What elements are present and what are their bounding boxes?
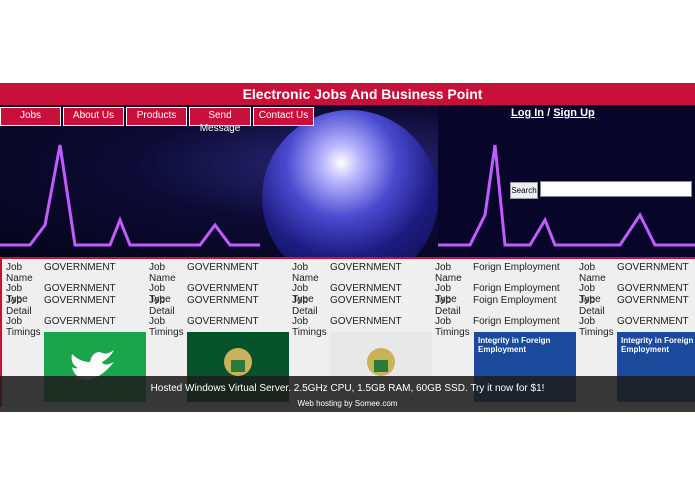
job-field-label: Job Name — [435, 262, 462, 284]
main-nav: Jobs About Us Products Send Message Cont… — [0, 107, 316, 134]
job-row: Job Detail GOVERNMENT — [292, 295, 432, 317]
job-field-label: Job Timings — [292, 316, 327, 338]
job-row: Job Detail GOVERNMENT — [149, 295, 289, 317]
search-button[interactable]: Search — [510, 182, 538, 199]
job-field-label: Job Type — [579, 283, 601, 305]
job-field-label: Job Timings — [579, 316, 614, 338]
job-field-label: Job Timings — [6, 316, 41, 338]
job-field-label: Job Detail — [6, 295, 32, 317]
job-field-value: GOVERNMENT — [187, 295, 259, 306]
job-row: Job Type GOVERNMENT — [292, 283, 432, 305]
job-field-value: GOVERNMENT — [617, 295, 689, 306]
job-field-value: GOVERNMENT — [187, 262, 259, 273]
auth-links: Log In / Sign Up — [511, 107, 595, 119]
job-field-label: Job Type — [292, 283, 314, 305]
job-field-value: GOVERNMENT — [44, 295, 116, 306]
job-field-value: GOVERNMENT — [187, 283, 259, 294]
job-field-label: Job Detail — [149, 295, 175, 317]
job-field-label: Job Name — [579, 262, 606, 284]
job-field-value: GOVERNMENT — [44, 283, 116, 294]
job-row: Job Name GOVERNMENT — [292, 262, 432, 284]
job-row: Job Detail GOVERNMENT — [6, 295, 146, 317]
job-row: Job Name GOVERNMENT — [6, 262, 146, 284]
job-card: Job Name Forign Employment Job Type Forign … — [435, 262, 575, 338]
nav-about-us[interactable]: About Us — [63, 107, 124, 126]
site-header: Electronic Jobs And Business Point — [0, 83, 695, 105]
job-field-value: GOVERNMENT — [617, 283, 689, 294]
job-row: Job Type GOVERNMENT — [6, 283, 146, 305]
job-row: Job Detail Foign Employment — [435, 295, 575, 317]
job-field-label: Job Timings — [149, 316, 184, 338]
hosting-ad-banner[interactable]: Hosted Windows Virtual Server. 2.5GHz CP… — [0, 376, 695, 412]
job-row: Job Name GOVERNMENT — [149, 262, 289, 284]
ad-line: Hosted Windows Virtual Server. 2.5GHz CP… — [150, 383, 545, 394]
job-field-value: GOVERNMENT — [330, 295, 402, 306]
job-field-value: Foign Employment — [473, 295, 557, 306]
nav-jobs[interactable]: Jobs — [0, 107, 61, 126]
job-field-label: Job Name — [6, 262, 33, 284]
job-image-caption: Integrity in Foreign Employment — [621, 336, 694, 354]
signup-link[interactable]: Sign Up — [553, 107, 595, 119]
job-row: Job Name GOVERNMENT — [579, 262, 695, 284]
job-field-label: Job Detail — [435, 295, 461, 317]
job-field-value: GOVERNMENT — [330, 283, 402, 294]
job-row: Job Type GOVERNMENT — [579, 283, 695, 305]
ad-subline[interactable]: Web hosting by Somee.com — [0, 399, 695, 408]
job-field-label: Job Type — [149, 283, 171, 305]
job-field-value: Forign Employment — [473, 262, 560, 273]
job-row: Job Type GOVERNMENT — [149, 283, 289, 305]
job-card: Job Name GOVERNMENT Job Type GOVERNMENT Job … — [292, 262, 432, 338]
nav-send-message[interactable]: Send Message — [189, 107, 251, 134]
search-input[interactable] — [540, 181, 692, 197]
job-field-label: Job Name — [292, 262, 319, 284]
nav-products[interactable]: Products — [126, 107, 187, 126]
job-row: Job Type Forign Employment — [435, 283, 575, 305]
job-field-label: Job Detail — [579, 295, 605, 317]
job-card: Job Name GOVERNMENT Job Type GOVERNMENT Job … — [149, 262, 289, 338]
job-field-label: Job Type — [6, 283, 28, 305]
job-field-value: Forign Employment — [473, 283, 560, 294]
auth-separator: / — [547, 107, 551, 119]
job-image-caption: Integrity in Foreign Employment — [478, 336, 551, 354]
job-field-label: Job Timings — [435, 316, 470, 338]
job-field-value: GOVERNMENT — [330, 262, 402, 273]
job-field-label: Job Type — [435, 283, 457, 305]
site-title: Electronic Jobs And Business Point — [242, 86, 483, 102]
job-field-value: GOVERNMENT — [44, 262, 116, 273]
job-card: Job Name GOVERNMENT Job Type GOVERNMENT Job … — [6, 262, 146, 338]
job-row: Job Name Forign Employment — [435, 262, 575, 284]
job-field-value: GOVERNMENT — [617, 262, 689, 273]
job-row: Job Detail GOVERNMENT — [579, 295, 695, 317]
job-field-label: Job Detail — [292, 295, 318, 317]
job-card: Job Name GOVERNMENT Job Type GOVERNMENT Job … — [579, 262, 695, 338]
job-field-label: Job Name — [149, 262, 176, 284]
nav-contact-us[interactable]: Contact Us — [253, 107, 314, 126]
login-link[interactable]: Log In — [511, 107, 544, 119]
